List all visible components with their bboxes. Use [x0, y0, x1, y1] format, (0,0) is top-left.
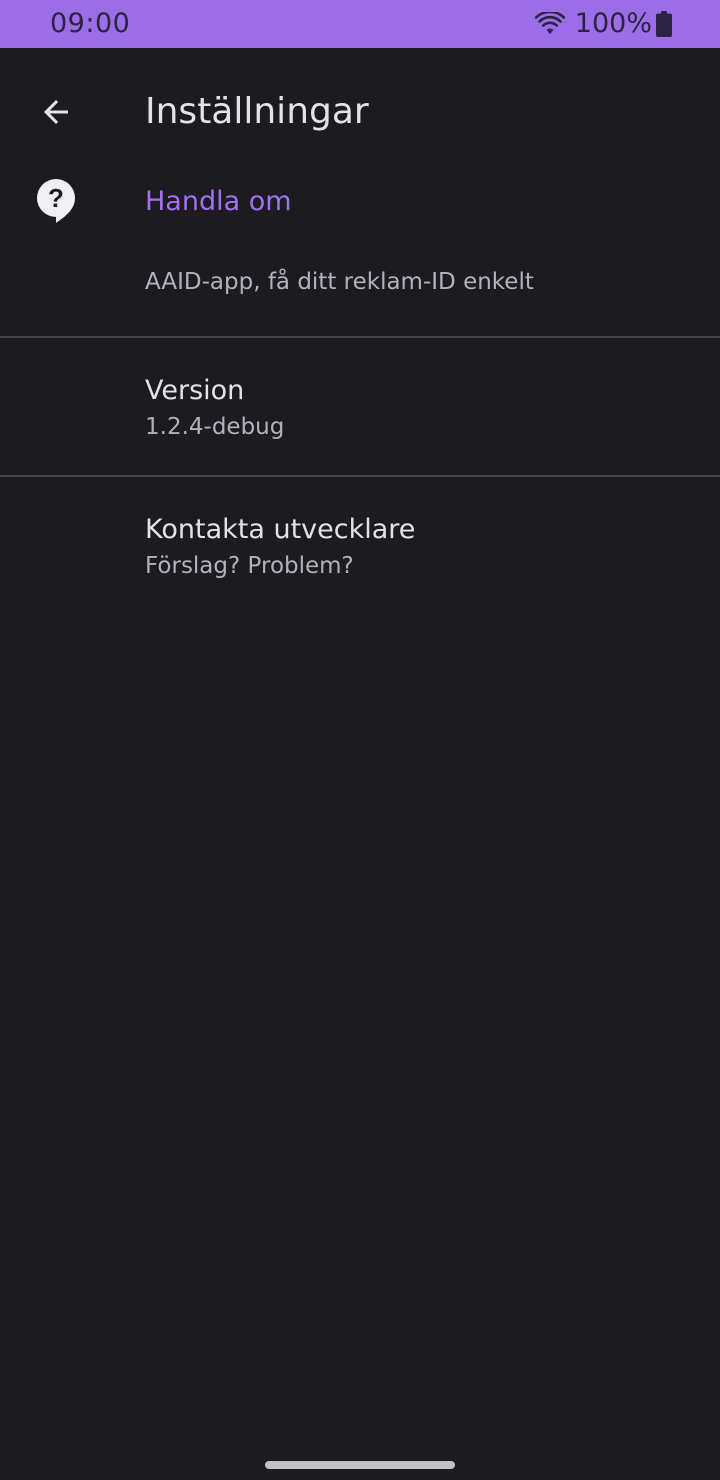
- page-title: Inställningar: [145, 91, 369, 132]
- about-summary: AAID-app, få ditt reklam-ID enkelt: [145, 269, 534, 295]
- wifi-icon: [534, 12, 565, 34]
- back-button[interactable]: [24, 80, 88, 144]
- svg-text:?: ?: [48, 183, 64, 213]
- contact-developer-preference[interactable]: Kontakta utvecklare Förslag? Problem?: [0, 477, 720, 614]
- contact-developer-title: Kontakta utvecklare: [145, 514, 416, 545]
- version-preference[interactable]: Version 1.2.4-debug: [0, 338, 720, 475]
- version-summary: 1.2.4-debug: [145, 414, 285, 440]
- help-circle-icon: ?: [37, 179, 75, 223]
- status-time: 09:00: [50, 8, 131, 39]
- about-category-title: Handla om: [145, 186, 292, 217]
- top-app-bar: Inställningar: [0, 48, 720, 176]
- status-indicators: 100%: [534, 8, 672, 40]
- arrow-back-icon: [44, 100, 68, 124]
- gesture-navigation-handle[interactable]: [265, 1461, 455, 1469]
- version-title: Version: [145, 375, 245, 406]
- contact-developer-summary: Förslag? Problem?: [145, 553, 354, 579]
- status-bar: 09:00 100%: [0, 0, 720, 48]
- battery-full-icon: [656, 11, 672, 37]
- settings-screen: 09:00 100% Inställningar ? Handla om AAI…: [0, 0, 720, 1480]
- battery-percentage: 100%: [574, 8, 652, 39]
